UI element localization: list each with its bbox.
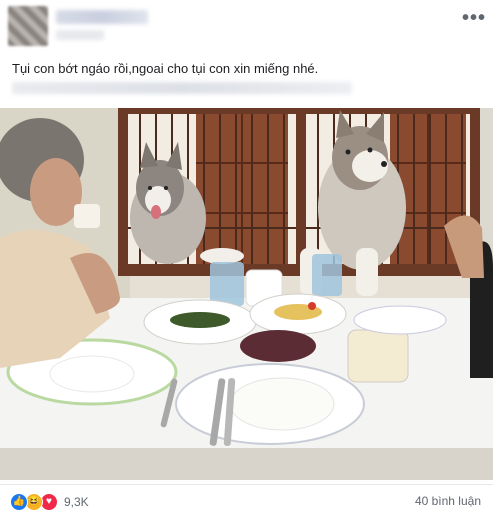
caption-line-blurred <box>12 82 352 94</box>
post-footer: 👍 😆 ♥ 9,3K 40 bình luận <box>0 484 493 519</box>
more-options-button[interactable]: ••• <box>462 7 487 29</box>
post-meta-blurred <box>56 30 104 40</box>
more-horizontal-icon: ••• <box>462 7 487 29</box>
facebook-post: ••• Tụi con bớt ngáo rồi,ngoai cho tụi c… <box>0 0 493 518</box>
post-caption: Tụi con bớt ngáo rồi,ngoai cho tụi con x… <box>12 61 319 76</box>
like-icon: 👍 <box>10 493 28 511</box>
reaction-count[interactable]: 9,3K <box>64 495 89 509</box>
comment-count-link[interactable]: 40 bình luận <box>415 494 481 508</box>
post-header: ••• <box>0 0 493 56</box>
avatar[interactable] <box>8 6 48 46</box>
post-photo[interactable] <box>0 108 493 480</box>
reactions-summary[interactable]: 👍 😆 ♥ 9,3K <box>10 493 89 511</box>
author-name-blurred[interactable] <box>56 10 148 24</box>
photo-illustration <box>0 108 493 480</box>
